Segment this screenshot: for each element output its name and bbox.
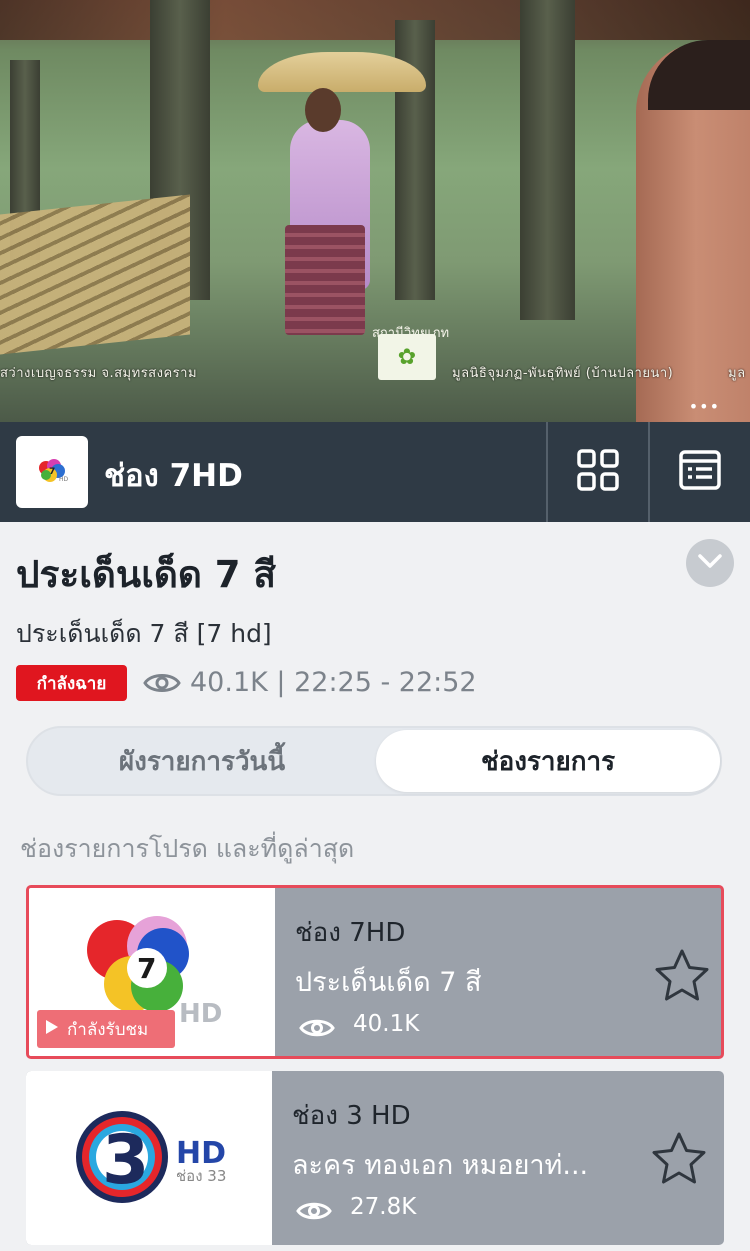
chevron-down-icon: [697, 553, 723, 573]
favorite-star-icon[interactable]: [653, 948, 711, 1008]
program-meta: 40.1K | 22:25 - 22:52: [190, 667, 477, 698]
video-caption-far-right: มูล: [728, 366, 746, 381]
program-list-icon: [678, 448, 722, 496]
eye-icon: [143, 670, 181, 700]
more-dots-icon[interactable]: •••: [689, 399, 720, 415]
card-logo-text: 3: [102, 1121, 149, 1200]
video-hair: [648, 40, 750, 110]
channel-card[interactable]: 7 HD กำลังรับชม ช่อง 7HD ประเด็นเด็ด 7 ส…: [26, 885, 724, 1059]
card-logo-hd: HD: [179, 999, 222, 1029]
video-figure-skirt: [285, 225, 365, 335]
video-caption-left: สว่างเบญจธรรม จ.สมุทรสงคราม: [0, 366, 198, 381]
video-frame-top: [0, 0, 750, 40]
live-badge: กำลังฉาย: [16, 665, 127, 701]
video-tree: [520, 0, 575, 320]
card-view-count: 40.1K: [353, 1011, 420, 1037]
channel-thumbnail: 7 HD กำลังรับชม: [29, 888, 275, 1056]
video-player[interactable]: สถานีวิทยุเภท ✿ สว่างเบญจธรรม จ.สมุทรสงค…: [0, 0, 750, 422]
eye-icon: [296, 1199, 332, 1227]
favorite-star-icon[interactable]: [650, 1131, 708, 1191]
channel-name: ช่อง 7HD: [104, 458, 243, 494]
card-logo-hd: HD: [176, 1136, 226, 1171]
card-logo-text: 7: [137, 952, 156, 985]
tab-today-schedule[interactable]: ผังรายการวันนี้: [30, 730, 374, 792]
channel-card[interactable]: 3 HD ช่อง 33 ช่อง 3 HD ละคร ทองเอก หมอยา…: [26, 1071, 724, 1245]
sponsor-logo: ✿: [378, 334, 436, 380]
card-channel-name: ช่อง 7HD: [295, 918, 406, 948]
now-watching-label: กำลังรับชม: [67, 1019, 149, 1040]
collapse-button[interactable]: [686, 539, 734, 587]
grid-icon: [576, 448, 620, 496]
program-subtitle: ประเด็นเด็ด 7 สี [7 hd]: [16, 619, 272, 648]
card-channel-name: ช่อง 3 HD: [292, 1101, 411, 1131]
video-figure-head: [305, 88, 341, 132]
svg-text:7: 7: [49, 467, 55, 477]
channel7-logo: 7 HD: [16, 436, 88, 508]
now-watching-badge: กำลังรับชม: [37, 1010, 175, 1048]
card-program-name: ละคร ทองเอก หมอยาท่...: [292, 1150, 589, 1181]
program-list-button[interactable]: [650, 422, 750, 522]
segmented-tabs: ผังรายการวันนี้ ช่องรายการ: [26, 726, 722, 796]
card-view-count: 27.8K: [350, 1194, 417, 1220]
program-title: ประเด็นเด็ด 7 สี: [16, 553, 276, 596]
eye-icon: [299, 1016, 335, 1044]
section-title: ช่องรายการโปรด และที่ดูล่าสุด: [20, 834, 355, 863]
grid-view-button[interactable]: [548, 422, 648, 522]
card-logo-sub: ช่อง 33: [176, 1167, 226, 1185]
card-program-name: ประเด็นเด็ด 7 สี: [295, 967, 482, 998]
tab-channels[interactable]: ช่องรายการ: [376, 730, 720, 792]
video-bamboo: [0, 194, 190, 356]
video-caption-right: มูลนิธิจุมภฏ-พันธุทิพย์ (บ้านปลายนา): [452, 366, 674, 381]
svg-text:HD: HD: [59, 476, 69, 483]
play-icon: [45, 1019, 59, 1040]
channel-thumbnail: 3 HD ช่อง 33: [26, 1071, 272, 1245]
channel3-logo: 3 HD ช่อง 33: [76, 1111, 226, 1203]
